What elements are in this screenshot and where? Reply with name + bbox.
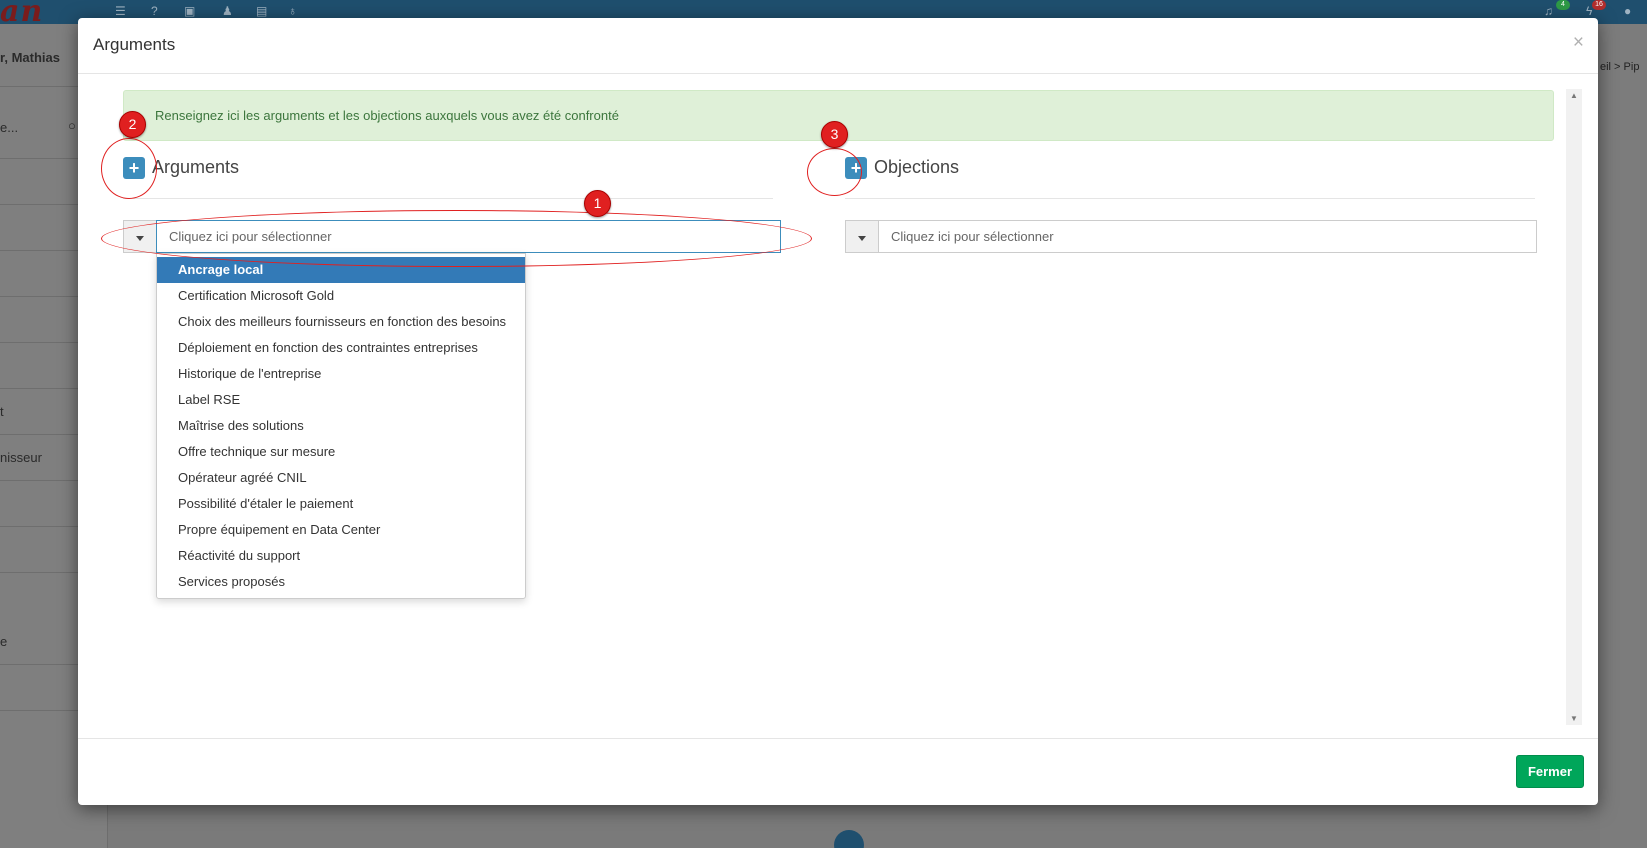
section-divider — [845, 198, 1535, 199]
arguments-select-input[interactable]: Cliquez ici pour sélectionner — [156, 220, 781, 253]
user-name: r, Mathias — [0, 50, 60, 65]
dropdown-option[interactable]: Maîtrise des solutions — [157, 413, 525, 439]
arguments-dropdown: Ancrage local Certification Microsoft Go… — [156, 253, 526, 599]
modal-title: Arguments — [93, 35, 176, 54]
objections-header: + Objections — [845, 157, 1535, 201]
close-button[interactable]: Fermer — [1516, 755, 1584, 788]
close-icon[interactable]: × — [1573, 32, 1584, 54]
annotation-badge: 1 — [584, 190, 611, 217]
dropdown-option[interactable]: Déploiement en fonction des contraintes … — [157, 335, 525, 361]
add-objection-button[interactable]: + — [845, 157, 867, 179]
sidebar-search[interactable]: e... — [0, 120, 18, 135]
sidebar-item-label[interactable]: nisseur — [0, 450, 42, 465]
objections-title: Objections — [874, 157, 960, 177]
arguments-header: + Arguments — [123, 157, 773, 201]
modal-footer: Fermer — [78, 738, 1598, 805]
users-icon[interactable]: ♟ — [222, 4, 234, 18]
scroll-down-icon[interactable]: ▼ — [1570, 714, 1578, 723]
menu-icon[interactable]: ☰ — [115, 4, 127, 18]
dropdown-option[interactable]: Offre technique sur mesure — [157, 439, 525, 465]
breadcrumb[interactable]: eil > Pip — [1600, 61, 1639, 73]
objections-select-input[interactable]: Cliquez ici pour sélectionner — [878, 220, 1537, 253]
dropdown-option[interactable]: Opérateur agréé CNIL — [157, 465, 525, 491]
dropdown-option[interactable]: Possibilité d'étaler le paiement — [157, 491, 525, 517]
arguments-select[interactable]: Cliquez ici pour sélectionner — [123, 220, 781, 253]
lightbulb-icon[interactable]: ♁ — [288, 4, 300, 18]
building-icon[interactable]: ▤ — [256, 4, 268, 18]
section-divider — [123, 198, 773, 199]
modal-header: Arguments × — [78, 18, 1598, 74]
alert-text: Renseignez ici les arguments et les obje… — [155, 108, 619, 123]
user-icon[interactable]: ● — [1624, 4, 1636, 18]
dropdown-option[interactable]: Certification Microsoft Gold — [157, 283, 525, 309]
dropdown-option[interactable]: Services proposés — [157, 569, 525, 595]
dropdown-option[interactable]: Label RSE — [157, 387, 525, 413]
app-right-column: eil > Pip — [1600, 24, 1647, 848]
search-icon[interactable]: ○ — [68, 118, 76, 133]
annotation-badge: 3 — [821, 121, 848, 148]
modal-scrollbar[interactable]: ▲ ▼ — [1566, 89, 1582, 725]
timeline-bolt-icon — [834, 830, 864, 848]
help-icon[interactable]: ? — [151, 4, 163, 18]
sidebar-item-label[interactable]: t — [0, 404, 4, 419]
dropdown-option[interactable]: Réactivité du support — [157, 543, 525, 569]
dropdown-option[interactable]: Ancrage local — [157, 257, 525, 283]
add-argument-button[interactable]: + — [123, 157, 145, 179]
chevron-down-icon[interactable] — [845, 220, 878, 253]
sidebar-item-label[interactable]: e — [0, 634, 7, 649]
bell-icon[interactable]: ♫ — [1544, 4, 1556, 18]
modal-body: Renseignez ici les arguments et les obje… — [78, 75, 1598, 738]
dropdown-option[interactable]: Historique de l'entreprise — [157, 361, 525, 387]
money-icon[interactable]: ▣ — [184, 4, 196, 18]
dropdown-option[interactable]: Propre équipement en Data Center — [157, 517, 525, 543]
arguments-title: Arguments — [152, 157, 240, 177]
dropdown-option[interactable]: Choix des meilleurs fournisseurs en fonc… — [157, 309, 525, 335]
objections-select[interactable]: Cliquez ici pour sélectionner — [845, 220, 1537, 253]
chevron-down-icon[interactable] — [123, 220, 156, 253]
annotation-badge: 2 — [119, 111, 146, 138]
alert-badge: 16 — [1592, 0, 1606, 10]
scroll-up-icon[interactable]: ▲ — [1570, 91, 1578, 100]
notification-badge: 4 — [1556, 0, 1570, 10]
